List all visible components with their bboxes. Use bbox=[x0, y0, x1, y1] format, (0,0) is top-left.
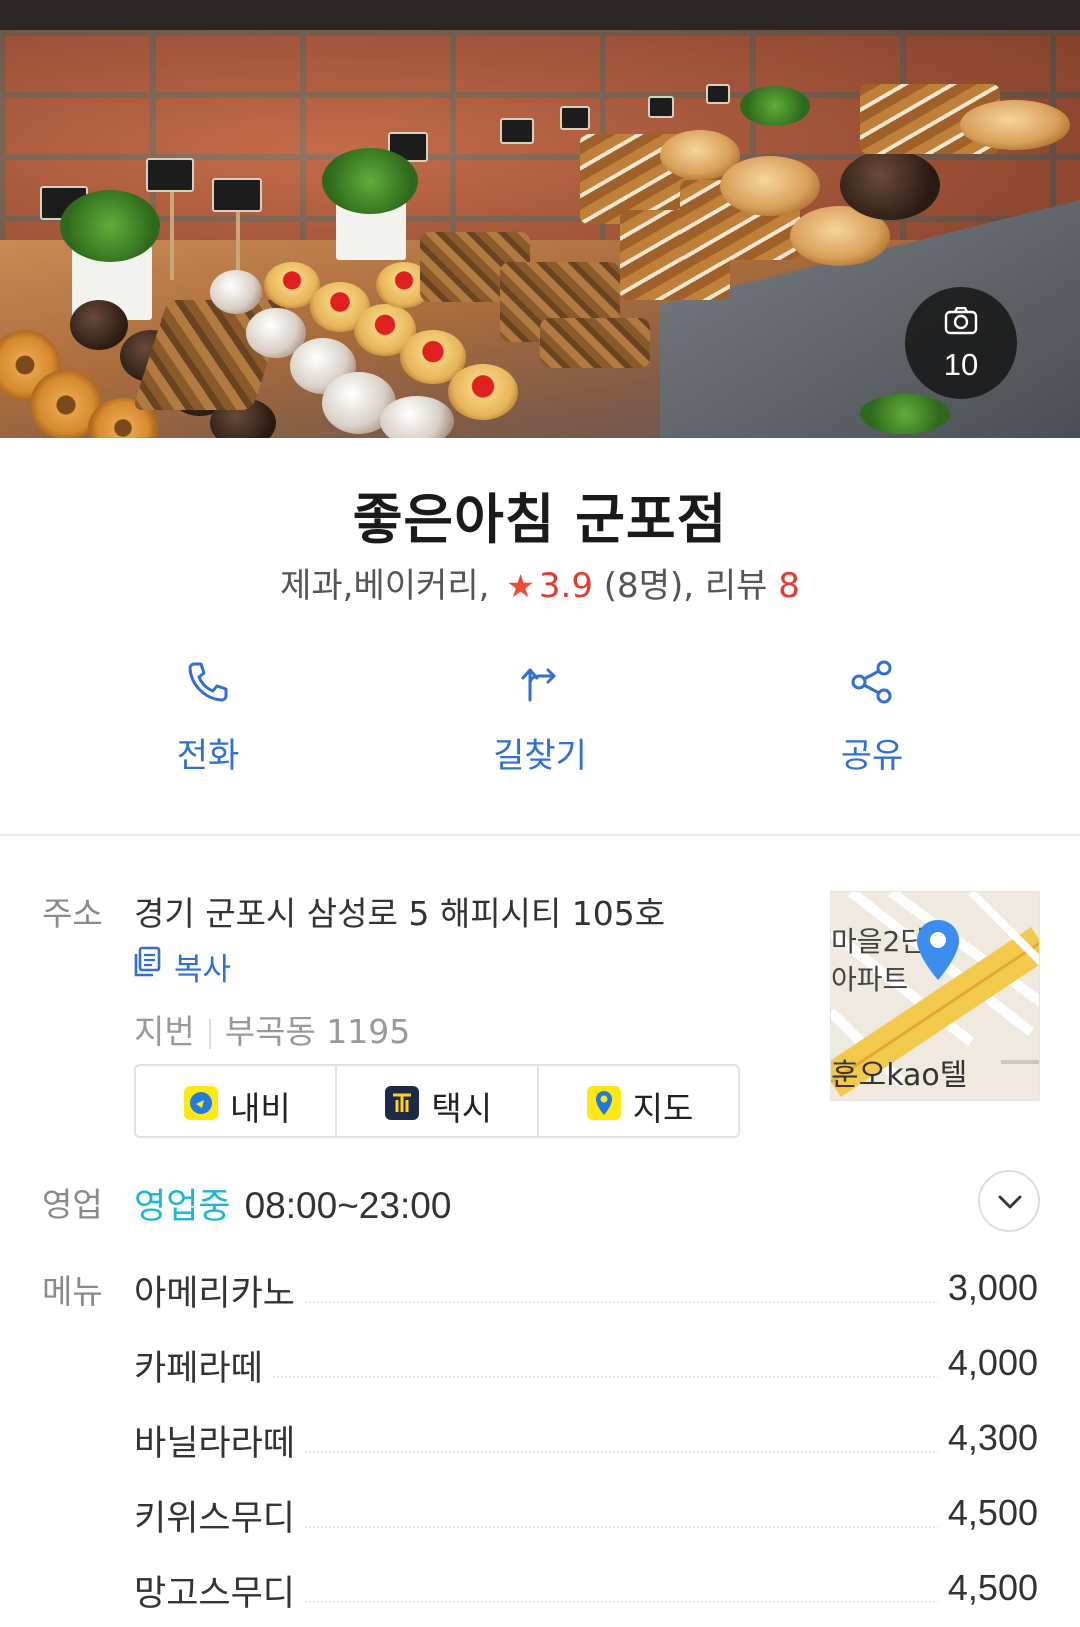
open-status: 영업중 bbox=[134, 1187, 231, 1227]
map-text-1: 마을2단 bbox=[831, 925, 927, 958]
menu-item-name: 바닐라라떼 bbox=[134, 1415, 306, 1466]
menu-item: 키위스무디 4,500 bbox=[134, 1490, 1038, 1541]
map-label: 지도 bbox=[632, 1089, 694, 1128]
price-sign bbox=[500, 118, 534, 144]
bread-loaf bbox=[960, 100, 1070, 150]
photo-count: 10 bbox=[943, 347, 979, 382]
share-label: 공유 bbox=[840, 736, 904, 776]
review-count[interactable]: 8 bbox=[778, 566, 800, 606]
road-address: 경기 군포시 삼성로 5 해피시티 105호 bbox=[134, 894, 666, 933]
place-name: 좋은아침 군포점 bbox=[352, 488, 728, 551]
navi-button[interactable]: 내비 bbox=[136, 1066, 335, 1136]
call-label: 전화 bbox=[176, 736, 240, 776]
sugar-bun bbox=[380, 396, 454, 438]
menu-item: 아메리카노 3,000 bbox=[134, 1265, 1038, 1316]
crumble-cake bbox=[540, 318, 650, 368]
copy-label: 복사 bbox=[174, 952, 232, 988]
menu-item-name: 키위스무디 bbox=[134, 1490, 306, 1541]
map-pin-icon bbox=[586, 1086, 621, 1120]
navi-icon bbox=[184, 1086, 218, 1120]
sugar-bun bbox=[210, 270, 262, 314]
action-bar: 전화 길찾기 공유 bbox=[0, 650, 1080, 790]
separator bbox=[208, 1018, 211, 1049]
chevron-down-icon bbox=[998, 1195, 1022, 1209]
section-divider bbox=[0, 834, 1080, 836]
bread-loaf bbox=[720, 156, 820, 216]
place-meta: 제과,베이커리, ★ 3.9 (8명), 리뷰 8 bbox=[0, 558, 1080, 607]
chocolate-muffin bbox=[70, 300, 128, 350]
taxi-label: 택시 bbox=[431, 1089, 493, 1128]
category: 제과,베이커리, bbox=[280, 566, 490, 606]
navigation-buttons: 내비 택시 지도 bbox=[134, 1064, 740, 1138]
place-photo[interactable]: 10 bbox=[0, 0, 1080, 438]
plant bbox=[60, 190, 160, 262]
map-pin-icon bbox=[917, 920, 959, 980]
camera-icon bbox=[944, 307, 978, 335]
address-label: 주소 bbox=[42, 894, 103, 933]
business-hours: 영업중 08:00~23:00 bbox=[134, 1178, 451, 1229]
photo-count-badge[interactable]: 10 bbox=[905, 287, 1017, 399]
menu-item: 망고스무디 4,500 bbox=[134, 1565, 1038, 1616]
lot-label: 지번 bbox=[134, 1012, 195, 1051]
copy-icon bbox=[134, 946, 161, 977]
menu-item-price: 3,000 bbox=[937, 1267, 1038, 1309]
menu-item-price: 4,500 bbox=[937, 1492, 1038, 1534]
menu-item-price: 4,000 bbox=[937, 1342, 1038, 1384]
lot-value: 부곡동 1195 bbox=[224, 1012, 411, 1051]
directions-button[interactable]: 길찾기 bbox=[440, 650, 640, 790]
hours-label: 영업 bbox=[42, 1185, 103, 1224]
menu-item: 바닐라라떼 4,300 bbox=[134, 1415, 1038, 1466]
menu-item-price: 4,300 bbox=[937, 1417, 1038, 1459]
lot-address: 지번 부곡동 1195 bbox=[134, 1005, 410, 1053]
menu-item-price: 4,500 bbox=[937, 1567, 1038, 1609]
share-button[interactable]: 공유 bbox=[772, 650, 972, 790]
taxi-button[interactable]: 택시 bbox=[335, 1066, 536, 1136]
price-sign bbox=[212, 178, 262, 212]
menu-label: 메뉴 bbox=[42, 1272, 103, 1311]
expand-hours-button[interactable] bbox=[978, 1170, 1040, 1232]
map-button[interactable]: 지도 bbox=[536, 1066, 738, 1136]
price-sign bbox=[706, 84, 730, 104]
sign-stick bbox=[170, 190, 174, 280]
menu-item-name: 카페라떼 bbox=[134, 1340, 273, 1391]
strawberry-tart bbox=[448, 364, 518, 420]
navi-label: 내비 bbox=[230, 1089, 291, 1128]
directions-icon bbox=[521, 668, 556, 702]
price-sign bbox=[648, 96, 674, 118]
plant bbox=[740, 86, 810, 126]
map-text-3: 훈오kao텔 bbox=[831, 1058, 968, 1093]
menu-item-name: 아메리카노 bbox=[134, 1265, 306, 1316]
rating-count: (8명), 리뷰 bbox=[603, 566, 768, 606]
menu-item: 카페라떼 4,000 bbox=[134, 1340, 1038, 1391]
sign-stick bbox=[236, 208, 240, 278]
directions-label: 길찾기 bbox=[493, 736, 587, 776]
price-sign bbox=[146, 158, 194, 192]
share-icon bbox=[851, 660, 892, 704]
chocolate-loaf bbox=[840, 150, 940, 220]
plant bbox=[860, 394, 950, 434]
open-time: 08:00~23:00 bbox=[244, 1185, 452, 1226]
star-icon: ★ bbox=[506, 567, 535, 605]
call-button[interactable]: 전화 bbox=[108, 650, 308, 790]
rating-value: 3.9 bbox=[538, 566, 593, 606]
phone-icon bbox=[188, 662, 228, 702]
taxi-icon bbox=[385, 1086, 420, 1120]
plant bbox=[322, 148, 418, 214]
map-text-2: 아파트 bbox=[831, 963, 909, 996]
map-thumbnail[interactable]: 마을2단 아파트 훈오kao텔 bbox=[830, 891, 1040, 1101]
menu-item-name: 망고스무디 bbox=[134, 1565, 306, 1616]
price-sign bbox=[560, 106, 590, 130]
